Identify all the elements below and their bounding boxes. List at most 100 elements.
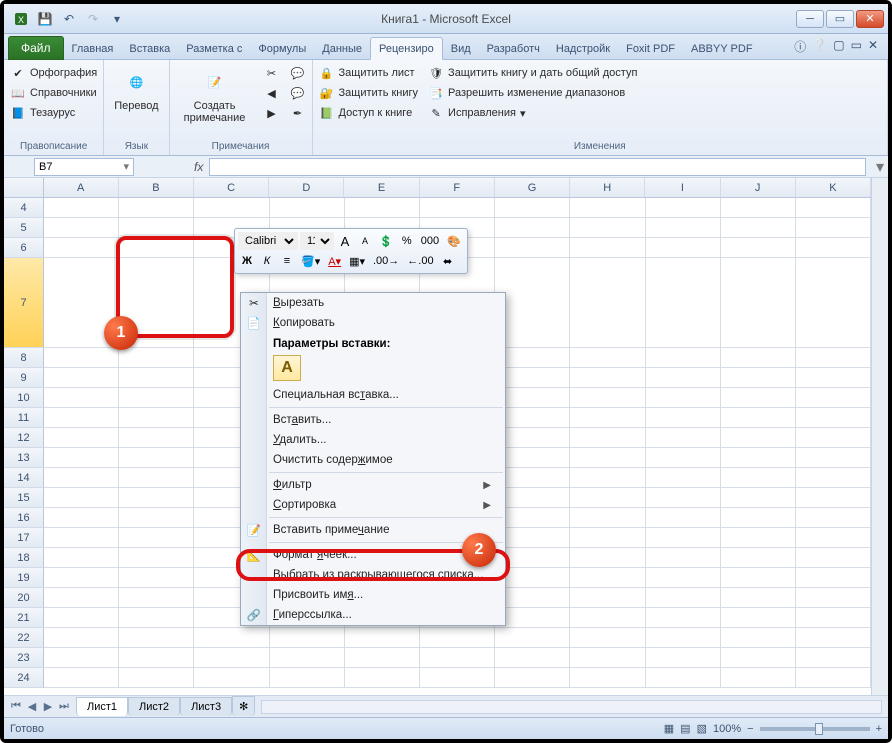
protect-sheet-button[interactable]: 🔒Защитить лист bbox=[317, 64, 421, 82]
show-comment-button[interactable]: 💬 bbox=[288, 64, 308, 82]
row-header-16[interactable]: 16 bbox=[4, 508, 44, 528]
tab-review[interactable]: Рецензиро bbox=[370, 37, 443, 60]
row-header-20[interactable]: 20 bbox=[4, 588, 44, 608]
spelling-button[interactable]: ✔Орфография bbox=[8, 64, 99, 82]
tab-layout[interactable]: Разметка с bbox=[178, 38, 250, 59]
ctx-clear[interactable]: Очистить содержимое bbox=[241, 450, 505, 470]
track-changes-button[interactable]: ✎Исправления ▾ bbox=[426, 104, 639, 122]
select-all-corner[interactable] bbox=[4, 178, 44, 197]
col-header-I[interactable]: I bbox=[645, 178, 720, 197]
minimize-button[interactable]: ─ bbox=[796, 10, 824, 28]
show-ink-button[interactable]: ✒ bbox=[288, 104, 308, 122]
mini-dec-decimal-icon[interactable]: ←.00 bbox=[404, 252, 436, 270]
mini-size-select[interactable]: 11 bbox=[300, 232, 334, 250]
row-header-9[interactable]: 9 bbox=[4, 368, 44, 388]
mini-border-icon[interactable]: ▦▾ bbox=[346, 252, 368, 270]
ctx-cut[interactable]: ✂Вырезать bbox=[241, 293, 505, 313]
horizontal-scrollbar[interactable] bbox=[261, 700, 882, 714]
sheet-tab-2[interactable]: Лист2 bbox=[128, 697, 180, 716]
row-header-23[interactable]: 23 bbox=[4, 648, 44, 668]
mdi-restore-icon[interactable]: ▭ bbox=[851, 38, 862, 55]
ctx-hyperlink[interactable]: 🔗Гиперссылка... bbox=[241, 605, 505, 625]
mini-grow-font[interactable]: A bbox=[336, 232, 354, 250]
zoom-level[interactable]: 100% bbox=[713, 723, 741, 735]
col-header-H[interactable]: H bbox=[570, 178, 645, 197]
row-header-15[interactable]: 15 bbox=[4, 488, 44, 508]
row-header-14[interactable]: 14 bbox=[4, 468, 44, 488]
ctx-copy[interactable]: 📄Копировать bbox=[241, 313, 505, 333]
qat-customize-icon[interactable]: ▾ bbox=[106, 8, 128, 30]
tab-insert[interactable]: Вставка bbox=[121, 38, 178, 59]
row-header-11[interactable]: 11 bbox=[4, 408, 44, 428]
ribbon-minimize-icon[interactable]: ⓘ bbox=[794, 38, 806, 55]
col-header-K[interactable]: K bbox=[796, 178, 871, 197]
vertical-scrollbar[interactable] bbox=[871, 178, 888, 695]
tab-addins[interactable]: Надстройк bbox=[548, 38, 618, 59]
delete-comment-button[interactable]: ✂ bbox=[262, 64, 282, 82]
mdi-minimize-icon[interactable]: ▢ bbox=[833, 38, 844, 55]
ctx-filter[interactable]: Фильтр▶ bbox=[241, 475, 505, 495]
show-all-comments-button[interactable]: 💬 bbox=[288, 84, 308, 102]
allow-ranges-button[interactable]: 📑Разрешить изменение диапазонов bbox=[426, 84, 639, 102]
formula-expand-icon[interactable]: ▾ bbox=[872, 157, 888, 177]
col-header-B[interactable]: B bbox=[119, 178, 194, 197]
mini-accounting-icon[interactable]: 💲 bbox=[376, 232, 396, 250]
share-workbook-button[interactable]: 📗Доступ к книге bbox=[317, 104, 421, 122]
col-header-G[interactable]: G bbox=[495, 178, 570, 197]
mini-fill-color-icon[interactable]: 🪣▾ bbox=[298, 252, 323, 270]
paste-option-default[interactable]: A bbox=[273, 355, 301, 381]
row-header-10[interactable]: 10 bbox=[4, 388, 44, 408]
mini-font-color-icon[interactable]: A▾ bbox=[325, 252, 344, 270]
name-box[interactable]: B7 ▾ bbox=[34, 158, 134, 176]
ctx-sort[interactable]: Сортировка▶ bbox=[241, 495, 505, 515]
sheet-nav-next-icon[interactable]: ▶ bbox=[40, 700, 56, 713]
mini-bold[interactable]: Ж bbox=[238, 252, 256, 270]
mini-shrink-font[interactable]: A bbox=[356, 232, 374, 250]
row-header-6[interactable]: 6 bbox=[4, 238, 44, 258]
prev-comment-button[interactable]: ◀ bbox=[262, 84, 282, 102]
row-header-8[interactable]: 8 bbox=[4, 348, 44, 368]
ctx-insert[interactable]: Вставить... bbox=[241, 410, 505, 430]
mini-format-icon[interactable]: 🎨 bbox=[444, 232, 464, 250]
tab-view[interactable]: Вид bbox=[443, 38, 479, 59]
col-header-C[interactable]: C bbox=[194, 178, 269, 197]
row-header-22[interactable]: 22 bbox=[4, 628, 44, 648]
sheet-nav-last-icon[interactable]: ⏭ bbox=[56, 700, 72, 713]
zoom-out-button[interactable]: − bbox=[747, 723, 753, 735]
qat-undo[interactable]: ↶ bbox=[58, 8, 80, 30]
new-comment-button[interactable]: 📝Создать примечание bbox=[174, 64, 256, 126]
row-header-13[interactable]: 13 bbox=[4, 448, 44, 468]
mini-italic[interactable]: К bbox=[258, 252, 276, 270]
tab-home[interactable]: Главная bbox=[64, 38, 122, 59]
next-comment-button[interactable]: ▶ bbox=[262, 104, 282, 122]
mdi-close-icon[interactable]: ✕ bbox=[868, 38, 878, 55]
thesaurus-button[interactable]: 📘Тезаурус bbox=[8, 104, 99, 122]
row-header-5[interactable]: 5 bbox=[4, 218, 44, 238]
fx-label[interactable]: fx bbox=[194, 160, 203, 174]
sheet-nav-prev-icon[interactable]: ◀ bbox=[24, 700, 40, 713]
mini-percent-icon[interactable]: % bbox=[398, 232, 416, 250]
row-header-19[interactable]: 19 bbox=[4, 568, 44, 588]
tab-formulas[interactable]: Формулы bbox=[250, 38, 314, 59]
col-header-A[interactable]: A bbox=[44, 178, 119, 197]
tab-developer[interactable]: Разработч bbox=[479, 38, 548, 59]
sheet-tab-new[interactable]: ✻ bbox=[232, 696, 255, 716]
sheet-tab-3[interactable]: Лист3 bbox=[180, 697, 232, 716]
protect-workbook-button[interactable]: 🔐Защитить книгу bbox=[317, 84, 421, 102]
view-layout-icon[interactable]: ▤ bbox=[680, 722, 690, 735]
close-button[interactable]: ✕ bbox=[856, 10, 884, 28]
ctx-define-name[interactable]: Присвоить имя... bbox=[241, 585, 505, 605]
formula-input[interactable] bbox=[209, 158, 866, 176]
row-header-17[interactable]: 17 bbox=[4, 528, 44, 548]
translate-button[interactable]: 🌐Перевод bbox=[108, 64, 164, 114]
row-header-4[interactable]: 4 bbox=[4, 198, 44, 218]
sheet-nav-first-icon[interactable]: ⏮ bbox=[8, 700, 24, 713]
zoom-in-button[interactable]: + bbox=[876, 723, 882, 735]
col-header-J[interactable]: J bbox=[721, 178, 796, 197]
mini-merge-icon[interactable]: ⬌ bbox=[439, 252, 457, 270]
row-header-7[interactable]: 7 bbox=[4, 258, 44, 348]
qat-save[interactable]: 💾 bbox=[34, 8, 56, 30]
file-tab[interactable]: Файл bbox=[8, 36, 64, 60]
mini-font-select[interactable]: Calibri bbox=[238, 232, 298, 250]
zoom-slider[interactable] bbox=[760, 727, 870, 731]
